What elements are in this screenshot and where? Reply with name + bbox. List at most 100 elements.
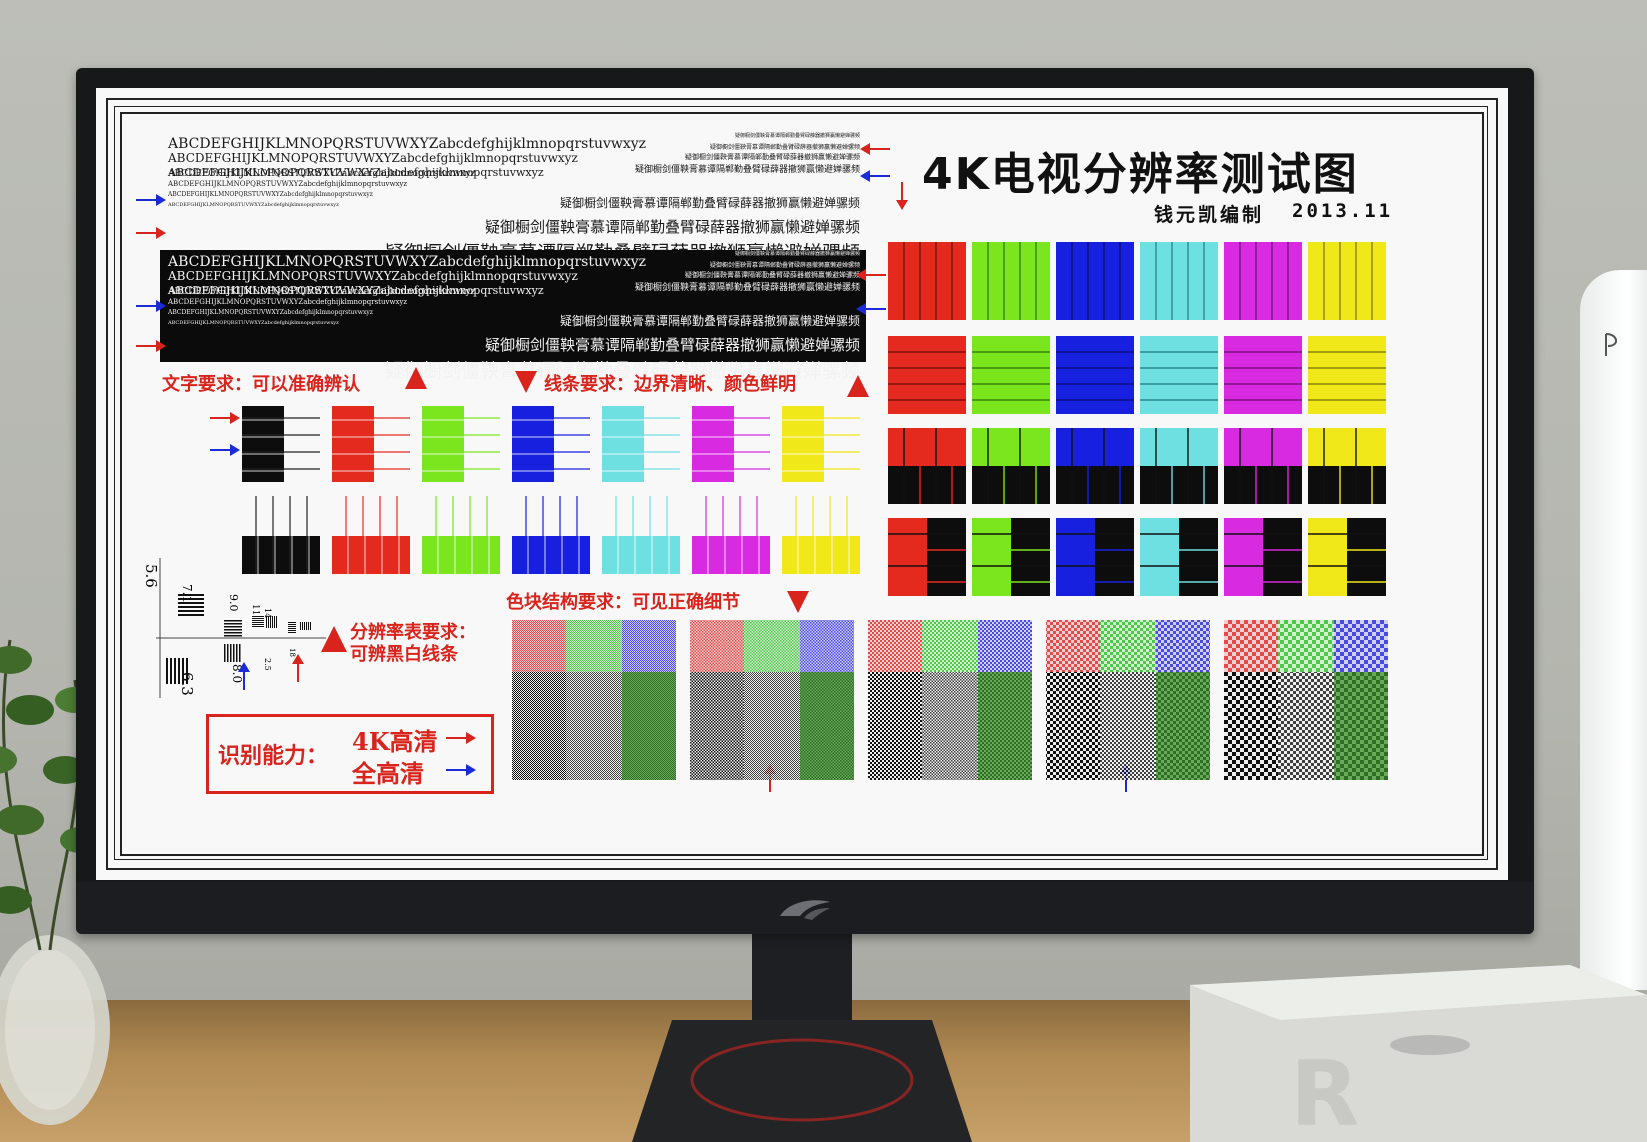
res-bars <box>233 644 235 662</box>
block-horizontal-cyan <box>1140 336 1218 414</box>
red-arrow-icon <box>136 227 166 239</box>
red-arrow-icon <box>292 654 304 682</box>
blue-arrow-icon <box>446 764 476 776</box>
res-bars <box>300 622 301 630</box>
blue-arrow-icon <box>238 662 250 690</box>
res-bars <box>288 624 296 625</box>
res-bars <box>288 626 296 627</box>
res-bars <box>227 644 229 662</box>
red-triangle-icon <box>847 375 869 397</box>
res-bars <box>178 598 204 600</box>
structure-block-gray <box>1278 672 1334 780</box>
block-half-right-yellow <box>1347 518 1386 596</box>
res-bars <box>288 628 296 629</box>
test-pattern-graphics <box>136 143 1388 792</box>
structure-block-blue <box>1334 620 1388 672</box>
res-bars <box>178 614 204 616</box>
block-split-top-cyan <box>1140 428 1218 466</box>
block-split-top-red <box>888 428 966 466</box>
res-bars <box>252 620 264 621</box>
res-bars <box>170 658 172 684</box>
bar-swatch-red <box>332 536 410 574</box>
res-bars <box>178 602 204 604</box>
block-vertical-magenta <box>1224 242 1302 320</box>
block-split-bottom-blue <box>1056 466 1134 504</box>
red-arrow-icon <box>860 143 890 155</box>
res-bars <box>230 644 232 662</box>
res-bars <box>302 622 303 630</box>
block-half-left-green <box>972 518 1011 596</box>
bar-swatch-blue <box>512 536 590 574</box>
test-chart-screen: 4K电视分辨率测试图 钱元凯编制 2013.11 ABCDEFGHIJKLMNO… <box>96 88 1508 880</box>
block-half-left-cyan <box>1140 518 1179 596</box>
res-bars <box>288 622 296 623</box>
structure-block-dark-green <box>800 672 854 780</box>
block-half-right-blue <box>1095 518 1134 596</box>
res-bars <box>224 635 242 637</box>
red-arrow-icon <box>896 182 908 210</box>
bar-swatch-cyan <box>602 536 680 574</box>
res-bars <box>224 623 242 625</box>
block-half-right-red <box>927 518 966 596</box>
structure-block-dark-green <box>1156 672 1210 780</box>
structure-block-dark-green <box>1334 672 1388 780</box>
block-split-top-yellow <box>1308 428 1386 466</box>
block-vertical-green <box>972 242 1050 320</box>
res-bars <box>288 630 296 631</box>
structure-block-black-white <box>690 672 744 780</box>
red-triangle-icon <box>405 367 427 389</box>
structure-block-red <box>512 620 566 672</box>
structure-block-red <box>1224 620 1278 672</box>
block-half-left-yellow <box>1308 518 1347 596</box>
block-half-left-blue <box>1056 518 1095 596</box>
res-bars <box>182 658 184 684</box>
res-bars <box>268 616 269 628</box>
structure-block-gray <box>922 672 978 780</box>
block-vertical-blue <box>1056 242 1134 320</box>
block-split-top-blue <box>1056 428 1134 466</box>
svg-text:R: R <box>1290 1042 1359 1142</box>
structure-block-green <box>566 620 622 672</box>
bar-swatch-magenta <box>692 536 770 574</box>
structure-block-gray <box>744 672 800 780</box>
res-bars <box>274 616 275 628</box>
block-horizontal-blue <box>1056 336 1134 414</box>
res-bars <box>266 616 267 628</box>
res-bars <box>166 658 168 684</box>
structure-block-green <box>1278 620 1334 672</box>
structure-block-green <box>1100 620 1156 672</box>
structure-block-red <box>868 620 922 672</box>
block-split-top-green <box>972 428 1050 466</box>
blue-arrow-icon <box>860 170 890 182</box>
structure-block-blue <box>1156 620 1210 672</box>
structure-block-green <box>744 620 800 672</box>
red-triangle-icon <box>515 371 537 393</box>
structure-block-gray <box>1100 672 1156 780</box>
res-bars <box>178 594 204 596</box>
rog-logo-icon <box>780 900 830 920</box>
block-split-bottom-green <box>972 466 1050 504</box>
block-horizontal-yellow <box>1308 336 1386 414</box>
blue-arrow-icon <box>210 444 240 456</box>
res-bars <box>224 644 226 662</box>
res-bars <box>270 616 271 628</box>
block-vertical-cyan <box>1140 242 1218 320</box>
res-bars <box>236 644 238 662</box>
res-bars <box>252 626 264 627</box>
block-half-right-green <box>1011 518 1050 596</box>
block-split-bottom-magenta <box>1224 466 1302 504</box>
res-bars <box>306 622 307 630</box>
structure-block-black-white <box>1046 672 1100 780</box>
structure-block-green <box>922 620 978 672</box>
block-vertical-red <box>888 242 966 320</box>
block-split-bottom-cyan <box>1140 466 1218 504</box>
ps5-console <box>1580 270 1647 990</box>
bar-swatch-green <box>422 536 500 574</box>
res-bars <box>178 606 204 608</box>
red-arrow-icon <box>856 269 886 281</box>
res-bars <box>252 616 264 617</box>
block-half-left-red <box>888 518 927 596</box>
block-horizontal-green <box>972 336 1050 414</box>
res-bars <box>272 616 273 628</box>
blue-arrow-icon <box>856 303 886 315</box>
